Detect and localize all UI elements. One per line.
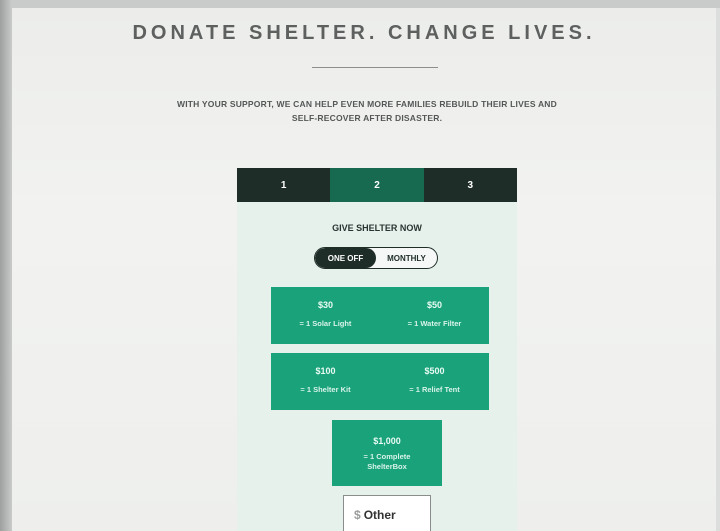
amount-50-button[interactable]: $50 = 1 Water Filter <box>380 287 489 344</box>
amount-30-button[interactable]: $30 = 1 Solar Light <box>271 287 380 344</box>
amount-value: $1,000 <box>373 436 401 446</box>
amount-description: = 1 Complete ShelterBox <box>363 452 411 471</box>
subtitle-line-1: WITH YOUR SUPPORT, WE CAN HELP EVEN MORE… <box>177 99 557 109</box>
frequency-toggle: ONE OFF MONTHLY <box>314 247 438 269</box>
amount-100-button[interactable]: $100 = 1 Shelter Kit <box>271 353 380 410</box>
monitor-bezel-left <box>0 0 12 531</box>
amount-value: $100 <box>315 366 336 376</box>
amount-description: = 1 Solar Light <box>299 319 352 328</box>
amount-500-button[interactable]: $500 = 1 Relief Tent <box>380 353 489 410</box>
browser-viewport: DONATE SHELTER. CHANGE LIVES. WITH YOUR … <box>12 8 716 531</box>
amount-1000-button[interactable]: $1,000 = 1 Complete ShelterBox <box>332 420 442 486</box>
subtitle-line-2: SELF-RECOVER AFTER DISASTER. <box>291 113 443 123</box>
form-heading: GIVE SHELTER NOW <box>332 223 422 233</box>
page-subtitle: WITH YOUR SUPPORT, WE CAN HELP EVEN MORE… <box>142 97 592 125</box>
one-off-option[interactable]: ONE OFF <box>315 248 376 268</box>
amount-description: = 1 Shelter Kit <box>300 385 351 394</box>
other-amount-input[interactable]: $ Other <box>343 495 431 531</box>
amount-description: = 1 Relief Tent <box>409 385 460 394</box>
amount-value: $30 <box>317 300 334 310</box>
page-title: DONATE SHELTER. CHANGE LIVES. <box>132 22 596 44</box>
step-2[interactable]: 2 <box>330 168 424 202</box>
monitor-bezel-top <box>0 0 720 8</box>
step-indicator: 1 2 3 <box>237 168 517 202</box>
step-1[interactable]: 1 <box>237 168 330 202</box>
amount-value: $50 <box>426 300 443 310</box>
title-divider <box>312 67 438 68</box>
monthly-option[interactable]: MONTHLY <box>376 248 437 268</box>
other-amount-placeholder: Other <box>363 508 396 522</box>
currency-symbol: $ <box>354 508 361 522</box>
donation-form: 1 2 3 GIVE SHELTER NOW ONE OFF MONTHLY $… <box>237 168 517 531</box>
amount-value: $500 <box>424 366 445 376</box>
amount-description: = 1 Water Filter <box>407 319 462 328</box>
step-3[interactable]: 3 <box>424 168 517 202</box>
